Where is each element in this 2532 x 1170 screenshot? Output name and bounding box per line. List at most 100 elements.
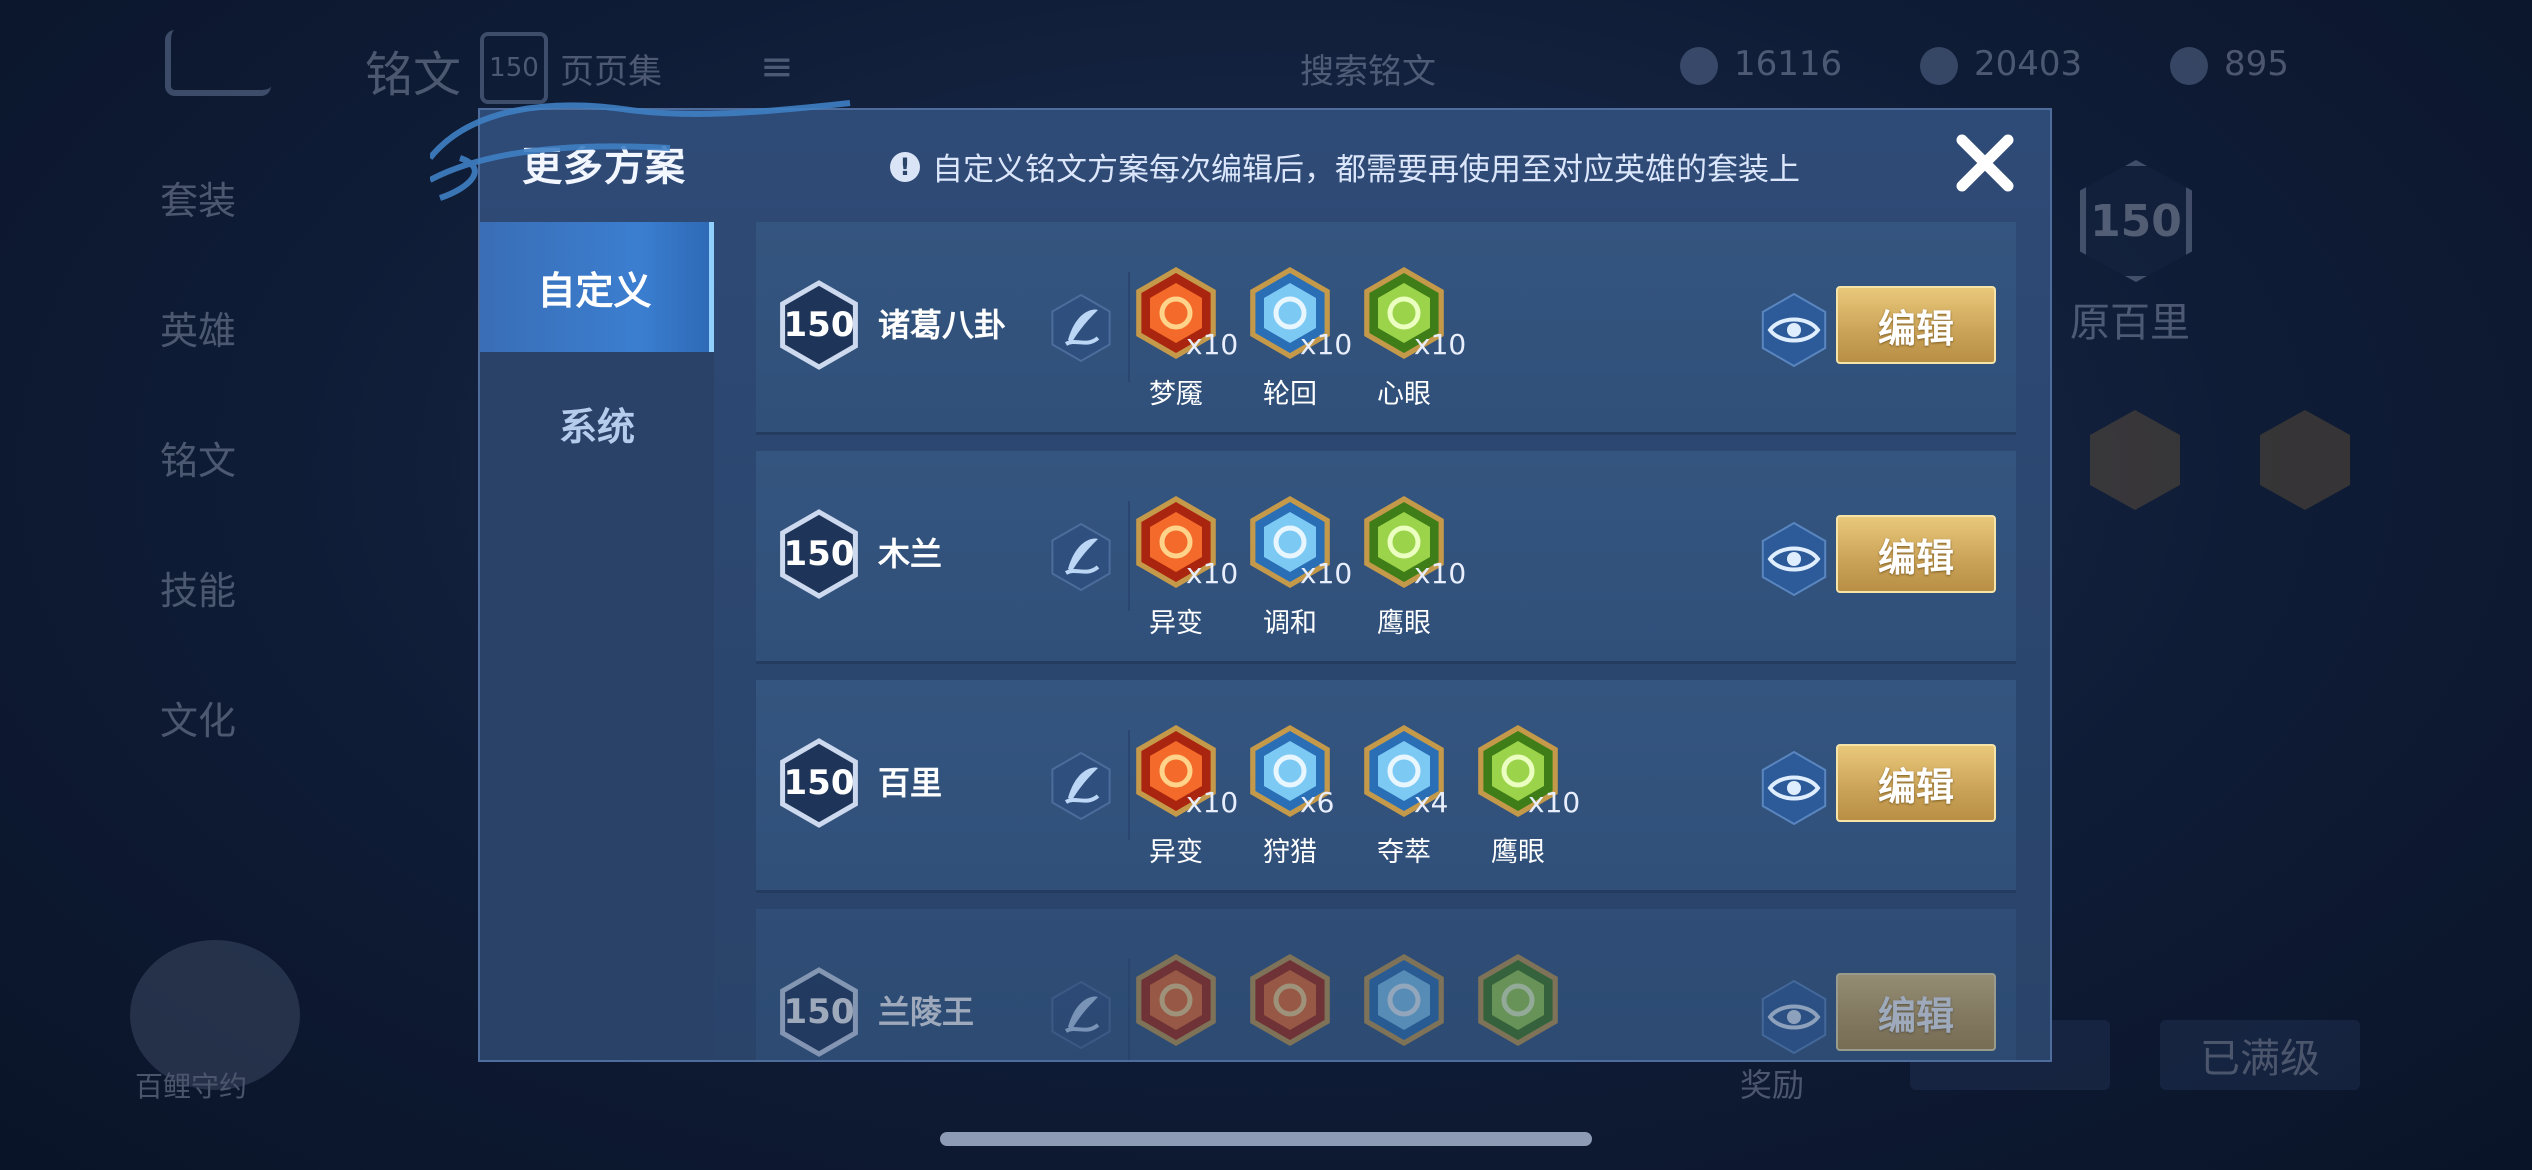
coin-icon [1680,46,1718,85]
nav-item[interactable]: 文化 [160,690,236,745]
rune-slot[interactable]: x10 心眼 [1360,264,1466,410]
avatar-label: 百鲤守约 [135,1070,248,1103]
rune-slot[interactable]: x10 异变 [1132,722,1238,868]
menu-icon[interactable]: ≡ [760,44,794,90]
more-plans-dialog: 更多方案 ! 自定义铭文方案每次编辑后，都需要再使用至对应英雄的套装上 自定义 … [478,108,2052,1062]
plan-type-tabs: 自定义 系统 [480,222,714,1060]
nav-item[interactable]: 英雄 [160,300,236,355]
quill-rename-icon[interactable] [1046,292,1116,364]
page-level-badge: 150 [480,32,548,104]
edit-button[interactable]: 编辑 [1836,744,1996,822]
edit-button[interactable]: 编辑 [1836,286,1996,364]
divider [1128,959,1130,1060]
rune-name: 异变 [1149,608,1203,639]
rune-name: 鹰眼 [1491,837,1545,868]
nav-item[interactable]: 技能 [160,560,236,615]
quill-rename-icon[interactable] [1046,750,1116,822]
edit-button[interactable]: 编辑 [1836,973,1996,1051]
page-subtitle: 页页集 [560,52,662,92]
max-level-button[interactable]: 已满级 [2160,1020,2360,1090]
plan-name: 百里 [878,764,943,802]
plan-row: 150 诸葛八卦 x10 梦魇 x10 轮回 x10 心眼 编辑 [756,222,2016,435]
rune-name: 梦魇 [1149,379,1203,410]
divider [1128,501,1130,611]
nav-item[interactable]: 套装 [160,170,236,225]
plan-list: 150 诸葛八卦 x10 梦魇 x10 轮回 x10 心眼 编辑 150 木兰 x10 异变 x10 调和 x… [756,222,2016,1060]
rune-red-icon [1250,954,1330,1046]
dialog-header: 更多方案 ! 自定义铭文方案每次编辑后，都需要再使用至对应英雄的套装上 [480,110,2050,222]
rune-count: x10 [1186,557,1239,590]
rune-name: 心眼 [1377,379,1431,410]
rune-count: x10 [1186,786,1239,819]
home-indicator[interactable] [940,1132,1592,1146]
rune-slot[interactable] [1132,951,1232,1049]
level-badge: 150 [778,507,860,601]
plan-row: 150 木兰 x10 异变 x10 调和 x10 鹰眼 编辑 [756,451,2016,664]
rune-count: x10 [1186,328,1239,361]
quill-rename-icon[interactable] [1046,521,1116,593]
rune-name: 狩猎 [1263,837,1317,868]
dialog-notice: ! 自定义铭文方案每次编辑后，都需要再使用至对应英雄的套装上 [890,144,1800,189]
rune-count: x10 [1414,328,1467,361]
rune-name: 轮回 [1263,379,1317,410]
rune-name: 调和 [1263,608,1317,639]
tab-custom[interactable]: 自定义 [480,222,714,352]
rune-slot[interactable]: x10 调和 [1246,493,1352,639]
rune-slot[interactable]: x10 鹰眼 [1360,493,1466,639]
rune-icon [2260,410,2350,510]
hero-name: 原百里 [2070,300,2190,346]
rune-slot[interactable]: x6 狩猎 [1246,722,1346,868]
rune-count: x10 [1528,786,1581,819]
rune-red-icon [1136,954,1216,1046]
diamond-icon [2170,46,2208,85]
rune-slot[interactable] [1246,951,1346,1049]
reward-label: 奖励 [1740,1066,1805,1104]
edit-button[interactable]: 编辑 [1836,515,1996,593]
rune-icon [2090,410,2180,510]
rune-name: 鹰眼 [1377,608,1431,639]
rune-green-icon [1478,954,1558,1046]
rune-slot[interactable]: x10 鹰眼 [1474,722,1580,868]
plan-row: 150 百里 x10 异变 x6 狩猎 x4 夺萃 x10 鹰眼 编辑 [756,680,2016,893]
level-badge: 150 [778,736,860,830]
rune-count: x4 [1414,786,1449,819]
plan-row: 150 兰陵王 编辑 [756,909,2016,1060]
divider [1128,730,1130,840]
rune-count: x10 [1414,557,1467,590]
divider [1128,272,1130,382]
currency-2: 20403 [1920,44,2082,85]
rune-slot[interactable] [1360,951,1460,1049]
currency-3: 895 [2170,44,2289,85]
close-icon[interactable] [1950,128,2020,198]
rune-slot[interactable]: x10 异变 [1132,493,1238,639]
rune-slot[interactable]: x10 轮回 [1246,264,1352,410]
search-label[interactable]: 搜索铭文 [1300,44,1436,93]
eye-preview-icon[interactable] [1756,292,1832,368]
tab-system[interactable]: 系统 [480,358,714,488]
rune-slot[interactable]: x10 梦魇 [1132,264,1238,410]
rune-count: x10 [1300,328,1353,361]
hero-level-badge: 150 [2080,160,2192,282]
eye-preview-icon[interactable] [1756,979,1832,1055]
eye-preview-icon[interactable] [1756,750,1832,826]
rune-slot[interactable]: x4 夺萃 [1360,722,1460,868]
plan-name: 木兰 [878,535,943,573]
currency-1: 16116 [1680,44,1842,85]
gold-coin-icon [1920,46,1958,85]
plan-name: 诸葛八卦 [878,306,1007,344]
notice-text: 自定义铭文方案每次编辑后，都需要再使用至对应英雄的套装上 [932,152,1800,188]
rune-count: x10 [1300,557,1353,590]
plan-name: 兰陵王 [878,993,975,1031]
dialog-title: 更多方案 [522,144,686,190]
rune-blue-icon [1364,954,1444,1046]
quill-rename-icon[interactable] [1046,979,1116,1051]
rune-count: x6 [1300,786,1335,819]
nav-item[interactable]: 铭文 [160,430,236,485]
rune-slot[interactable] [1474,951,1574,1049]
back-arrow-icon[interactable] [165,30,271,96]
info-icon: ! [890,151,920,182]
eye-preview-icon[interactable] [1756,521,1832,597]
level-badge: 150 [778,278,860,372]
rune-name: 异变 [1149,837,1203,868]
rune-name: 夺萃 [1377,837,1431,868]
